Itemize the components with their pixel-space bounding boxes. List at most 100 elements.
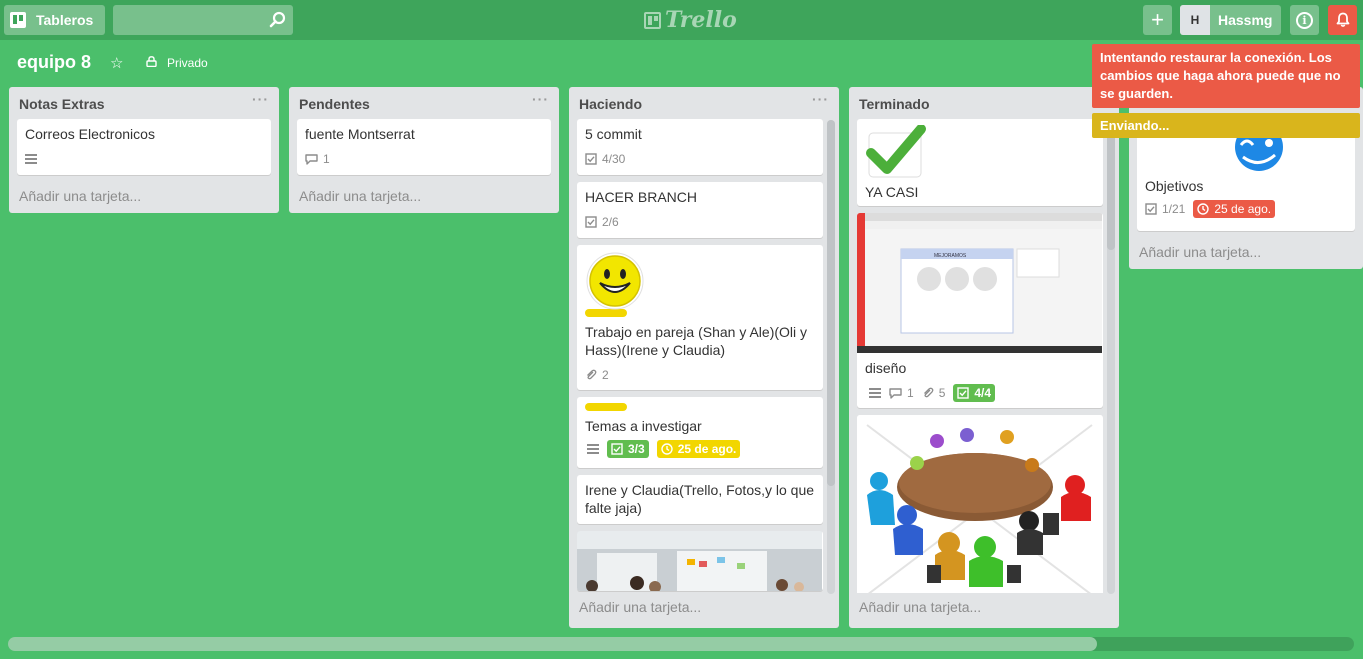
info-icon: i: [1296, 11, 1313, 29]
card-title: YA CASI: [865, 184, 919, 200]
lock-icon: [146, 56, 157, 67]
cover-heading-text: MEJORAMOS: [934, 253, 967, 259]
meeting-cover-image: [857, 415, 1102, 593]
checklist-count: 3/3: [628, 442, 645, 456]
attachments-badge: 2: [585, 368, 609, 382]
card-title: HACER BRANCH: [585, 189, 698, 205]
comment-icon: [305, 153, 318, 165]
card[interactable]: Irene y Claudia(Trello, Fotos,y lo que f…: [577, 475, 823, 524]
checklist-badge: 1/21: [1145, 202, 1185, 216]
connection-alert: Intentando restaurar la conexión. Los ca…: [1092, 44, 1360, 108]
list-menu-icon[interactable]: ···: [252, 91, 269, 107]
checklist-badge: 3/3: [607, 440, 649, 458]
add-card-link[interactable]: Añadir una tarjeta...: [849, 593, 1119, 624]
design-screenshot-cover: MEJORAMOS: [857, 213, 1102, 353]
checklist-icon: [585, 216, 597, 228]
checklist-badge: 4/4: [953, 384, 996, 402]
card[interactable]: Correos Electronicos: [17, 119, 271, 175]
clock-icon: [660, 443, 673, 455]
trello-logo-icon: [644, 11, 661, 29]
list-title: Terminado: [859, 96, 930, 112]
checklist-count: 2/6: [602, 215, 619, 229]
scroll-thumb[interactable]: [8, 637, 1097, 651]
sending-alert: Enviando...: [1092, 113, 1360, 138]
list-pendentes: Pendentes ··· fuente Montserrat 1 Añadir…: [289, 87, 559, 213]
list-terminado: Terminado YA CASI MEJORAMOS diseño 1 5 4…: [849, 87, 1119, 628]
add-card-link[interactable]: Añadir una tarjeta...: [9, 182, 279, 213]
attachments-count: 2: [602, 368, 609, 382]
comment-icon: [889, 387, 902, 399]
comments-badge: 1: [889, 386, 914, 400]
list-haciendo: Haciendo ··· 5 commit 4/30 HACER BRANCH: [569, 87, 839, 628]
scroll-thumb[interactable]: [827, 120, 835, 486]
due-date: 25 de ago.: [677, 442, 737, 456]
card-title: Trabajo en pareja (Shan y Ale)(Oli y Has…: [585, 324, 808, 358]
checklist-icon: [585, 153, 597, 165]
attachments-count: 5: [938, 386, 946, 400]
card-title: 5 commit: [585, 126, 642, 142]
due-date-badge: 25 de ago.: [656, 440, 741, 458]
card[interactable]: 5 commit 4/30: [577, 119, 823, 175]
add-card-link[interactable]: Añadir una tarjeta...: [1129, 238, 1363, 269]
attachments-badge: 5: [922, 386, 946, 400]
add-card-link[interactable]: Añadir una tarjeta...: [289, 182, 559, 213]
checklist-count: 4/30: [602, 152, 626, 166]
top-header: Tableros Trello + H Hassmg i: [0, 0, 1363, 40]
card[interactable]: fuente Montserrat 1: [297, 119, 551, 175]
notifications-button[interactable]: [1328, 5, 1357, 35]
list-scrollbar[interactable]: [1107, 120, 1115, 594]
due-date-badge: 25 de ago.: [1193, 200, 1276, 218]
add-card-link[interactable]: Añadir una tarjeta...: [569, 593, 839, 624]
checklist-count: 4/4: [974, 386, 992, 400]
paperclip-icon: [923, 387, 934, 398]
clock-icon: [1197, 203, 1210, 215]
label-yellow: [585, 403, 627, 411]
label-yellow: [585, 309, 627, 317]
member-menu-button[interactable]: H Hassmg: [1180, 5, 1281, 35]
list-title: Pendentes: [299, 96, 370, 112]
star-icon[interactable]: ☆: [110, 54, 123, 72]
card-title: diseño: [865, 360, 907, 376]
board-horizontal-scrollbar[interactable]: [8, 637, 1354, 651]
card[interactable]: MEJORAMOS diseño 1 5 4/4: [857, 213, 1103, 408]
list-menu-icon[interactable]: ···: [812, 91, 829, 107]
checkmark-cover-image: [866, 125, 926, 178]
list-scrollbar[interactable]: [827, 120, 835, 594]
boards-button[interactable]: Tableros: [4, 5, 105, 35]
bell-icon: [1336, 12, 1349, 27]
add-button[interactable]: +: [1143, 5, 1172, 35]
trello-logo[interactable]: Trello: [644, 7, 737, 33]
card[interactable]: HACER BRANCH 2/6: [577, 182, 823, 238]
list-header[interactable]: Notas Extras ···: [9, 87, 279, 119]
comments-badge: 1: [305, 152, 330, 166]
card-title: Temas a investigar: [585, 418, 702, 434]
description-icon: [587, 444, 599, 454]
checklist-icon: [611, 443, 623, 455]
checklist-count: 1/21: [1162, 202, 1186, 216]
card[interactable]: Temas a investigar 3/3 25 de ago.: [577, 397, 823, 468]
list-menu-icon[interactable]: ···: [532, 91, 549, 107]
user-name: Hassmg: [1218, 12, 1273, 28]
card[interactable]: [857, 415, 1103, 593]
list-header[interactable]: Haciendo ···: [569, 87, 839, 119]
description-icon: [869, 388, 881, 398]
list-title: Haciendo: [579, 96, 643, 112]
card-photo[interactable]: [577, 531, 823, 591]
checklist-badge: 4/30: [585, 152, 625, 166]
card[interactable]: YA CASI: [857, 119, 1103, 206]
list-title: Notas Extras: [19, 96, 105, 112]
info-button[interactable]: i: [1290, 5, 1319, 35]
paperclip-icon: [587, 369, 597, 380]
board-title[interactable]: equipo 8: [17, 52, 91, 73]
list-notas-extras: Notas Extras ··· Correos Electronicos Añ…: [9, 87, 279, 213]
checklist-badge: 2/6: [585, 215, 619, 229]
list-header[interactable]: Pendentes ···: [289, 87, 559, 119]
card-title: Objetivos: [1145, 178, 1204, 194]
card-title: fuente Montserrat: [305, 126, 415, 142]
description-icon: [25, 154, 37, 164]
list-header[interactable]: Terminado: [849, 87, 1119, 119]
scroll-thumb[interactable]: [1107, 120, 1115, 250]
privacy-button[interactable]: Privado: [167, 56, 208, 70]
card[interactable]: Trabajo en pareja (Shan y Ale)(Oli y Has…: [577, 245, 823, 390]
search-input[interactable]: [113, 5, 293, 35]
